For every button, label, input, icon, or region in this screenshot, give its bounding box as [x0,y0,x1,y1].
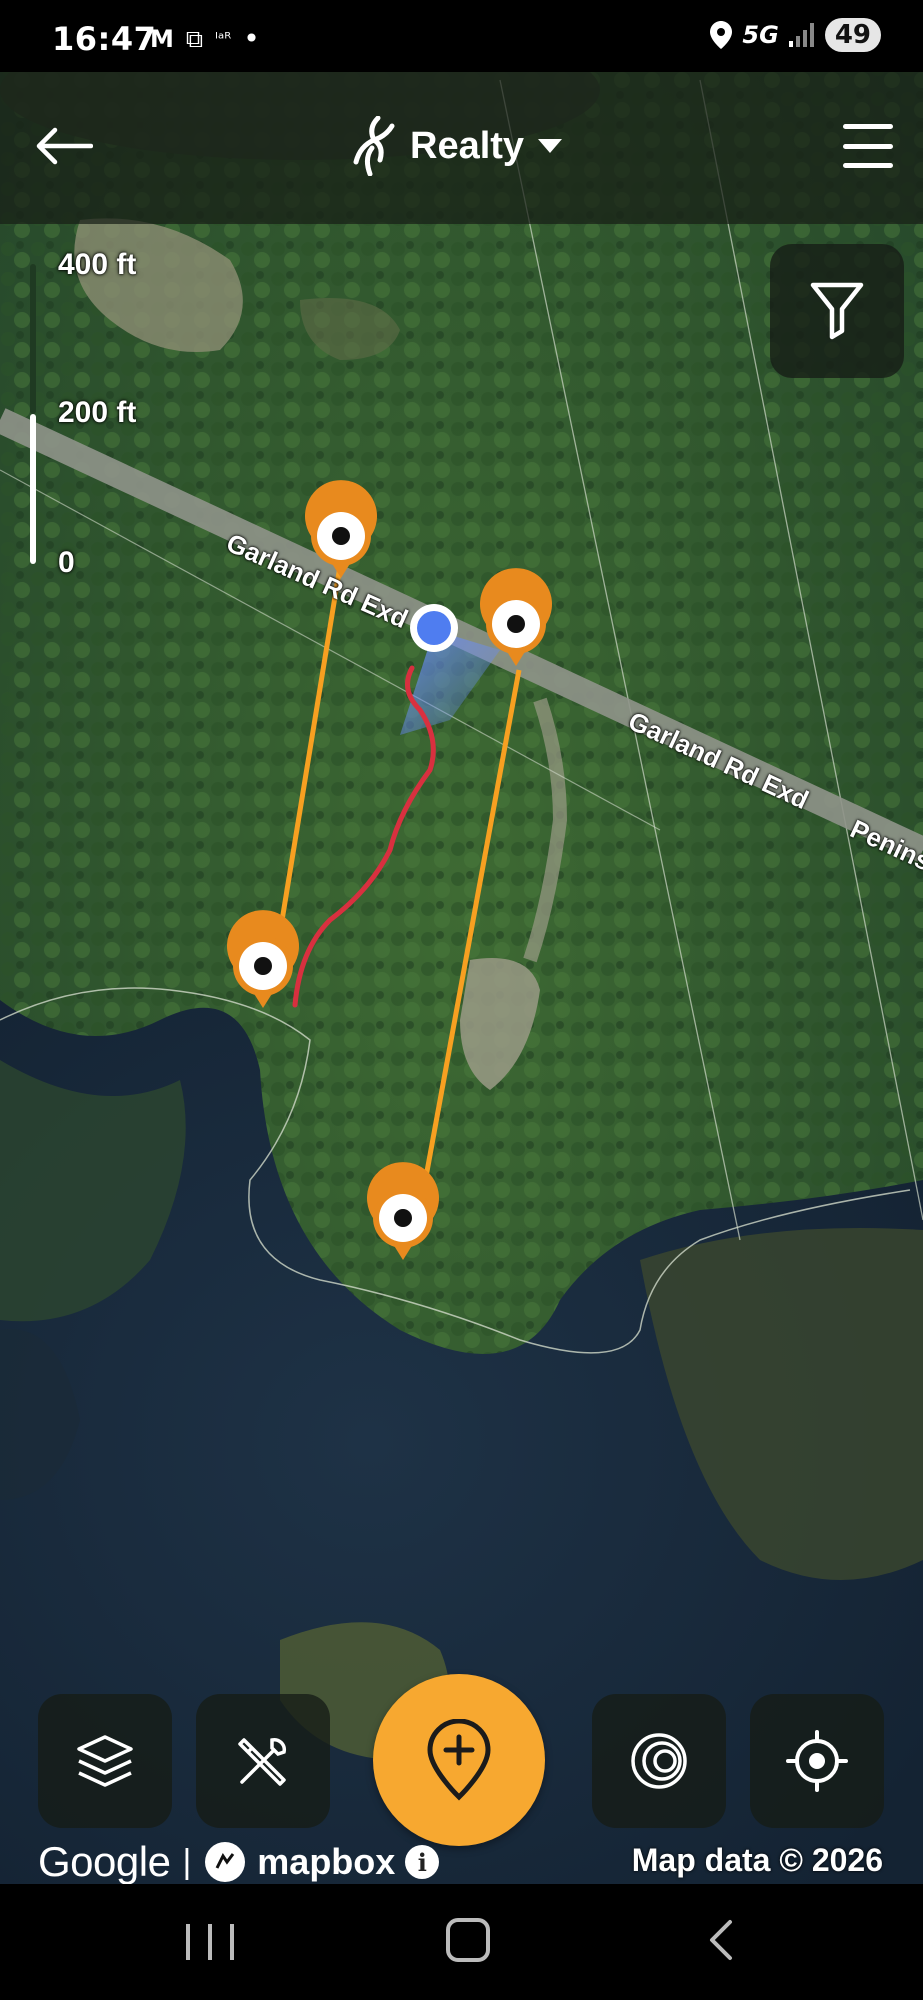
mapbox-logo-icon [205,1842,246,1882]
radar-rings-button[interactable] [592,1694,726,1828]
back-button[interactable] [32,120,94,172]
layer-selector[interactable]: Realty [350,114,563,178]
tools-icon [238,1738,286,1786]
scale-bar-dark [30,264,36,414]
battery-indicator: 49 [824,18,881,52]
recents-icon[interactable] [186,1924,234,1960]
scale-label-bottom: 0 [58,546,75,579]
tools-button[interactable] [196,1694,330,1828]
add-waypoint-button[interactable] [373,1674,545,1846]
add-waypoint-icon [427,1719,491,1801]
gmail-icon: M [150,24,174,53]
chevron-down-icon [538,139,563,153]
map-scale: 400 ft 200 ft 0 [30,248,160,579]
mapbox-attribution[interactable]: mapbox [257,1841,395,1883]
lar-icon: ᴵᵃᴿ [215,29,232,48]
system-nav-bar [0,1884,923,2000]
hamburger-menu-icon [843,124,893,129]
map-attribution: Google | mapbox i [38,1838,440,1886]
layer-title: Realty [410,124,525,167]
scale-label-middle: 200 ft [58,396,137,429]
status-time: 16:47 [52,20,157,58]
signal-icon [788,23,814,47]
radar-rings-icon [631,1733,687,1789]
scale-bar-light [30,414,36,564]
arrow-left-icon [36,127,93,165]
locate-me-button[interactable] [750,1694,884,1828]
home-icon[interactable] [446,1918,490,1962]
scale-label-top: 400 ft [58,248,137,281]
layers-button[interactable] [38,1694,172,1828]
filter-funnel-icon [810,282,864,340]
menu-button[interactable] [843,124,893,168]
layers-icon [77,1735,133,1787]
onx-logo-icon [353,116,395,176]
map-data-credit: Map data © 2026 [631,1842,883,1878]
screenshot-icon: ⧉ [185,24,204,53]
filter-button[interactable] [770,244,904,378]
status-bar: 16:47 M ⧉ ᴵᵃᴿ • 5G 49 [0,0,923,72]
hamburger-line [843,163,893,168]
attribution-separator: | [182,1842,192,1881]
back-icon[interactable] [706,1918,736,1962]
network-type: 5G [742,21,779,49]
dot-icon: • [243,22,260,55]
info-icon[interactable]: i [405,1845,440,1879]
current-location-dot [410,604,458,652]
hamburger-line [843,143,893,149]
location-pin-icon [710,21,733,49]
google-attribution: Google [38,1838,171,1885]
crosshair-locate-icon [786,1730,848,1792]
status-icons-left: M ⧉ ᴵᵃᴿ • [150,22,260,55]
top-bar: Realty [0,72,923,224]
status-icons-right: 5G 49 [710,18,881,52]
